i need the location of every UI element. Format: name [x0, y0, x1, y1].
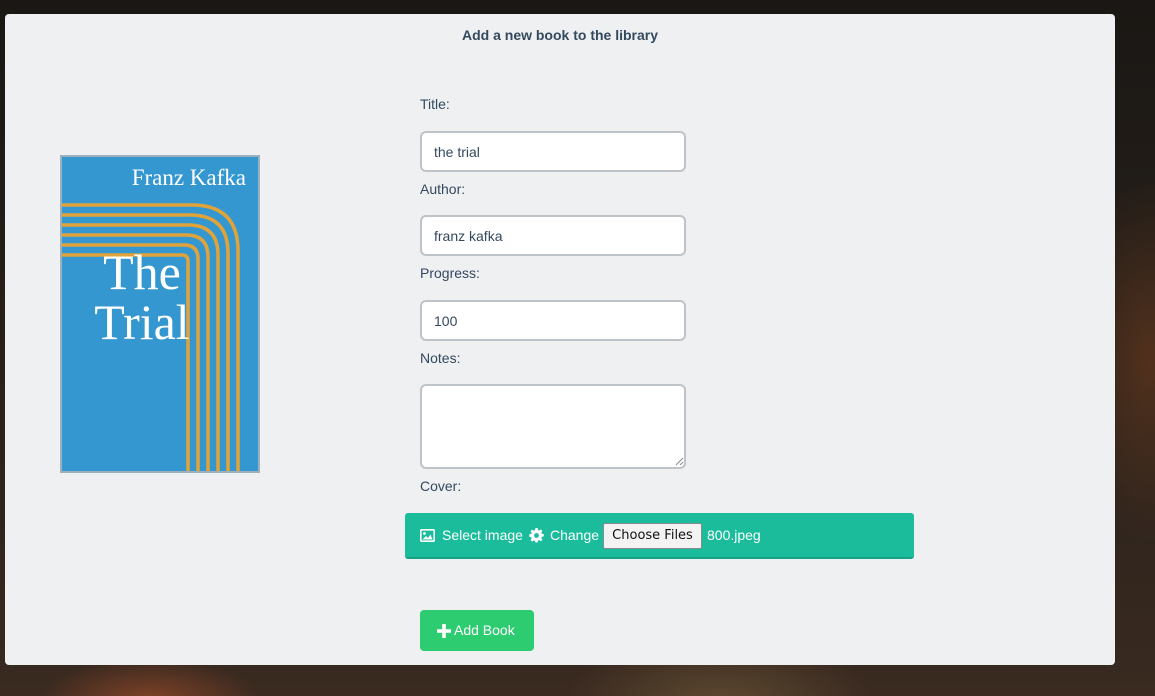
cover-preview-image: Franz Kafka The Trial — [60, 155, 260, 473]
gear-icon[interactable] — [529, 528, 544, 543]
plus-icon — [437, 624, 451, 638]
image-icon[interactable] — [420, 529, 435, 542]
add-book-button[interactable]: Add Book — [420, 610, 534, 651]
add-book-label: Add Book — [454, 622, 515, 638]
notes-textarea[interactable] — [420, 384, 686, 469]
cover-title-text: The Trial — [94, 244, 190, 350]
author-input[interactable] — [420, 215, 686, 256]
page-title: Add a new book to the library — [461, 27, 659, 43]
resize-handle-icon[interactable] — [675, 457, 684, 466]
author-label: Author: — [420, 181, 466, 197]
choose-files-button[interactable]: Choose Files — [603, 523, 702, 549]
notes-label: Notes: — [420, 350, 461, 366]
progress-label: Progress: — [420, 265, 480, 281]
cover-label: Cover: — [420, 478, 462, 494]
change-image-label[interactable]: Change — [550, 527, 599, 543]
add-book-panel: Add a new book to the library Franz Kafk… — [5, 14, 1115, 665]
cover-author-text: Franz Kafka — [131, 165, 246, 190]
selected-file-name: 800.jpeg — [707, 527, 761, 543]
title-label: Title: — [420, 96, 450, 112]
select-image-label[interactable]: Select image — [442, 527, 523, 543]
cover-upload-bar: Select image Change Choose Files 800.jpe… — [405, 513, 914, 559]
progress-input[interactable] — [420, 300, 686, 341]
title-input[interactable] — [420, 131, 686, 172]
